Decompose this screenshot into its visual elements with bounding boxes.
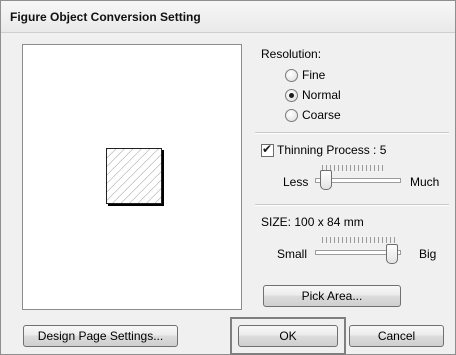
separator: [255, 204, 449, 206]
resolution-option-label: Normal: [302, 88, 341, 102]
cancel-button[interactable]: Cancel: [349, 325, 444, 347]
checkmark-icon: ✔: [262, 142, 273, 156]
settings-panel: Resolution: Fine Normal Coarse ✔ Thinnin…: [249, 32, 455, 322]
ok-button[interactable]: OK: [238, 325, 338, 347]
radio-icon[interactable]: [285, 69, 298, 82]
resolution-label: Resolution:: [261, 47, 322, 61]
pick-area-button[interactable]: Pick Area...: [263, 285, 401, 307]
radio-icon[interactable]: [285, 109, 298, 122]
radio-icon[interactable]: [285, 89, 298, 102]
size-max-label: Big: [419, 247, 437, 261]
dialog-title: Figure Object Conversion Setting: [10, 10, 201, 24]
slider-thumb-icon[interactable]: [386, 244, 398, 264]
preview-panel: [22, 44, 242, 310]
dialog-window: Figure Object Conversion Setting Resolut…: [0, 0, 456, 355]
thinning-min-label: Less: [283, 175, 309, 189]
thinning-max-label: Much: [410, 175, 440, 189]
resolution-option-label: Coarse: [302, 108, 341, 122]
thinning-label: Thinning Process : 5: [277, 143, 387, 157]
title-bar: Figure Object Conversion Setting: [1, 1, 455, 33]
separator: [255, 132, 449, 134]
slider-thumb-icon[interactable]: [320, 170, 332, 190]
size-min-label: Small: [277, 247, 308, 261]
checkbox-icon[interactable]: ✔: [261, 142, 274, 157]
slider-ticks: [322, 237, 398, 243]
figure-preview-shape: [106, 148, 162, 204]
resolution-option-label: Fine: [302, 68, 326, 82]
size-label: SIZE: 100 x 84 mm: [261, 215, 364, 229]
design-page-settings-button[interactable]: Design Page Settings...: [23, 325, 178, 347]
